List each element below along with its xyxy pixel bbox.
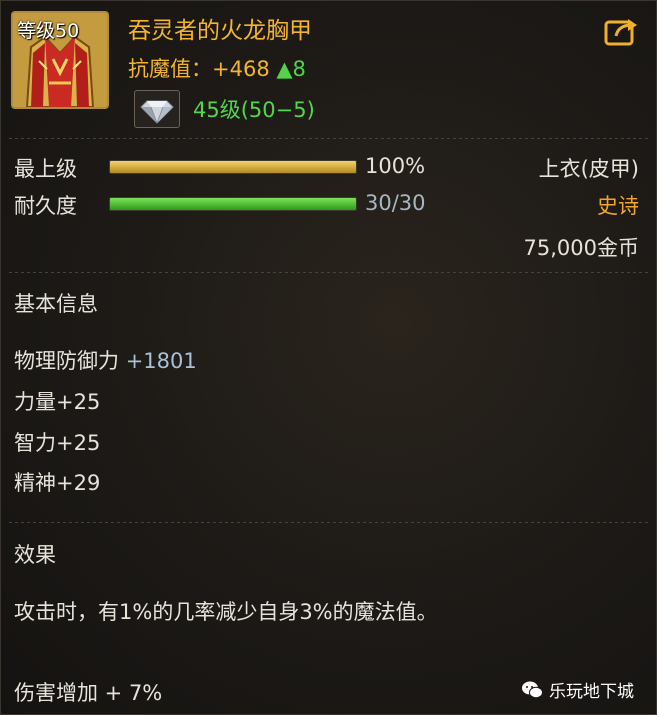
basic-info-title: 基本信息 <box>14 292 98 316</box>
durability-value: 30/30 <box>365 191 426 215</box>
upgrade-bar-fill <box>110 161 356 173</box>
magic-resist-value: ：+468 <box>191 57 277 81</box>
price-label: 75,000金币 <box>523 236 639 260</box>
durability-label: 耐久度 <box>14 194 77 218</box>
physical-defense-stat: 物理防御力 +1801 <box>14 345 197 375</box>
strength-stat: 力量+25 <box>14 390 101 414</box>
upgrade-percent: 100% <box>365 154 426 178</box>
wechat-icon <box>522 681 543 698</box>
item-tooltip-panel: 等级50 吞灵者的火龙胸甲 抗魔值：+468 ▲8 45级(50−5) 最上级 … <box>0 0 657 715</box>
upgrade-bar <box>109 160 357 174</box>
divider <box>9 522 648 523</box>
effect-title: 效果 <box>14 543 56 567</box>
upgrade-label: 最上级 <box>14 157 77 181</box>
chest-armor-icon: 等级50 <box>11 11 109 109</box>
effect-description: 攻击时，有1%的几率减少自身3%的魔法值。 <box>14 600 438 624</box>
magic-resist-stat: 抗魔值：+468 ▲8 <box>128 53 306 83</box>
item-level-tag: 等级50 <box>17 20 80 42</box>
diamond-icon <box>134 90 180 128</box>
watermark-text: 乐玩地下城 <box>549 682 634 702</box>
divider <box>9 138 648 139</box>
equipment-slot: 上衣(皮甲) <box>538 157 639 181</box>
watermark: 乐玩地下城 <box>521 677 634 702</box>
level-requirement: 45级(50−5) <box>193 98 315 122</box>
spirit-stat: 精神+29 <box>14 471 101 495</box>
durability-bar-fill <box>110 198 356 210</box>
intelligence-stat: 智力+25 <box>14 431 101 455</box>
item-name: 吞灵者的火龙胸甲 <box>128 18 312 44</box>
rarity-label: 史诗 <box>597 194 639 218</box>
magic-resist-label: 抗魔值 <box>128 57 191 81</box>
magic-resist-increase: ▲8 <box>276 57 306 81</box>
durability-bar <box>109 197 357 211</box>
damage-increase: 伤害增加 + 7% <box>14 681 163 705</box>
physical-defense-value: +1801 <box>125 349 197 373</box>
divider <box>9 272 648 273</box>
physical-defense-label: 物理防御力 <box>14 349 126 373</box>
share-icon[interactable] <box>604 16 638 46</box>
